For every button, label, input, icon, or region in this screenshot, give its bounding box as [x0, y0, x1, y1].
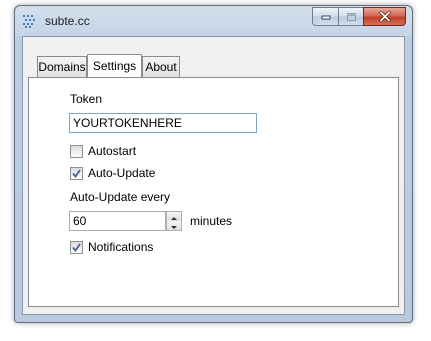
checkmark-icon — [72, 169, 81, 178]
minimize-icon — [321, 15, 330, 19]
token-label: Token — [70, 92, 103, 106]
notifications-label: Notifications — [88, 240, 154, 254]
maximize-button[interactable] — [338, 7, 363, 26]
chevron-down-icon — [171, 226, 177, 229]
app-window: subte.cc Domains Settings About Token YO… — [14, 5, 413, 323]
notifications-checkbox[interactable] — [70, 241, 83, 254]
app-icon — [22, 13, 38, 29]
close-button[interactable] — [363, 7, 406, 26]
tab-about[interactable]: About — [142, 56, 180, 77]
checkmark-icon — [72, 243, 81, 252]
spin-up-button[interactable] — [167, 212, 181, 221]
tab-domains-label: Domains — [38, 60, 86, 74]
tab-settings[interactable]: Settings — [87, 54, 142, 77]
close-icon — [378, 11, 391, 22]
auto-update-checkbox[interactable] — [70, 167, 83, 180]
tab-settings-label: Settings — [92, 59, 137, 73]
minimize-button[interactable] — [312, 7, 338, 26]
token-input[interactable] — [69, 113, 257, 133]
tab-about-label: About — [145, 60, 177, 74]
interval-unit-label: minutes — [190, 214, 233, 228]
title-bar[interactable]: subte.cc — [15, 6, 412, 36]
spin-down-button[interactable] — [167, 221, 181, 230]
autostart-checkbox[interactable] — [70, 145, 83, 158]
caption-buttons — [312, 7, 406, 26]
window-title: subte.cc — [45, 14, 90, 28]
autostart-label: Autostart — [88, 144, 137, 158]
settings-panel: Token Autostart Auto-Update Auto-Update … — [28, 77, 399, 307]
auto-update-label: Auto-Update — [88, 166, 156, 180]
maximize-icon — [346, 12, 356, 21]
interval-label: Auto-Update every — [70, 190, 171, 204]
interval-input[interactable] — [69, 211, 166, 231]
tab-domains[interactable]: Domains — [37, 56, 87, 77]
client-area: Domains Settings About Token Autostart A… — [22, 36, 405, 315]
interval-spinner — [166, 211, 182, 231]
